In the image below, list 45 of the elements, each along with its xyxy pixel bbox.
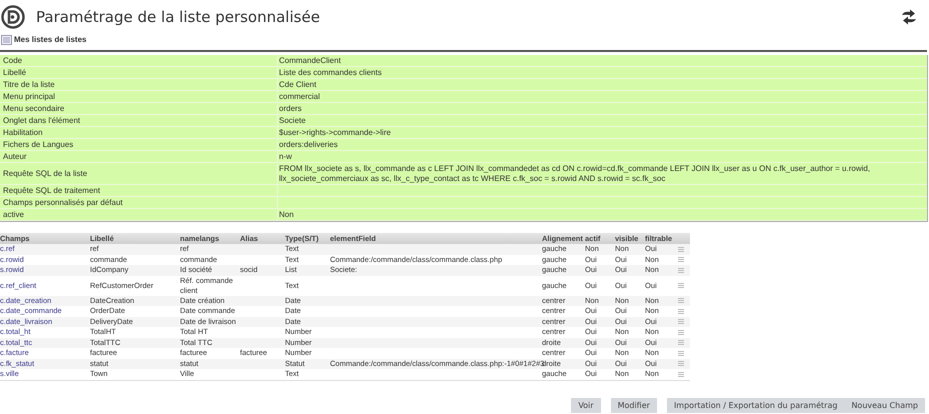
drag-handle-icon[interactable]: [678, 372, 684, 377]
property-label: Code: [0, 55, 278, 66]
drag-handle-icon[interactable]: [678, 257, 684, 262]
property-value: CommandeClient: [278, 55, 342, 66]
page-title: Paramétrage de la liste personnalisée: [36, 6, 320, 28]
drag-handle-icon[interactable]: [678, 283, 684, 288]
property-value: n-w: [278, 151, 293, 162]
logo-icon: [1, 5, 25, 29]
swap-arrows-icon[interactable]: [900, 9, 918, 25]
drag-handle-icon[interactable]: [678, 319, 684, 324]
property-label: active: [0, 209, 278, 220]
property-label: Menu principal: [0, 91, 278, 102]
property-label: Requête SQL de la liste: [0, 163, 278, 184]
drag-handle-icon[interactable]: [678, 340, 684, 346]
drag-handle-icon[interactable]: [678, 246, 684, 252]
my-lists-link[interactable]: Mes listes de listes: [14, 34, 86, 46]
property-label: Libellé: [0, 67, 278, 78]
property-value: Non: [278, 209, 295, 220]
action-button[interactable]: Nouveau Champ: [844, 398, 925, 413]
property-value: Liste des commandes clients: [278, 67, 383, 78]
property-value: Societe: [278, 115, 307, 126]
property-label: Champs personnalisés par défaut: [0, 197, 278, 208]
drag-handle-icon[interactable]: [678, 350, 684, 356]
action-button[interactable]: Voir: [571, 398, 601, 413]
property-label: Habilitation: [0, 127, 278, 138]
property-label: Requête SQL de traitement: [0, 185, 278, 196]
action-button[interactable]: Importation / Exportation du paramétrag: [666, 398, 844, 413]
property-label: Titre de la liste: [0, 79, 278, 90]
drag-handle-icon[interactable]: [678, 298, 684, 304]
property-value: orders:deliveries: [278, 139, 339, 150]
property-value: commercial: [278, 91, 321, 102]
property-value: FROM llx_societe as s, llx_commande as c LEFT JOIN llx_commandedet as cd ON c.rowid=cd.fk_commande LEFT JOIN llx_user as u ON c.fk_user_author = u.rowid, llx_societe_commerciaux as sc, llx_c_type_contact as tc WHERE c.fk_soc = s.rowid AND s.rowid = sc.fk_soc: [278, 163, 872, 184]
drag-handle-icon[interactable]: [678, 330, 684, 335]
property-value: Cde Client: [278, 79, 318, 90]
action-button[interactable]: Modifier: [610, 398, 657, 413]
drag-handle-icon[interactable]: [678, 308, 684, 314]
drag-handle-icon[interactable]: [678, 361, 684, 366]
property-value: orders: [278, 103, 303, 114]
property-label: Fichers de Langues: [0, 139, 278, 150]
drag-handle-icon[interactable]: [678, 268, 684, 273]
property-value: $user->rights->commande->lire: [278, 127, 392, 138]
property-label: Menu secondaire: [0, 103, 278, 114]
property-label: Auteur: [0, 151, 278, 162]
property-label: Onglet dans l'élément: [0, 115, 278, 126]
list-icon: [1, 35, 12, 45]
